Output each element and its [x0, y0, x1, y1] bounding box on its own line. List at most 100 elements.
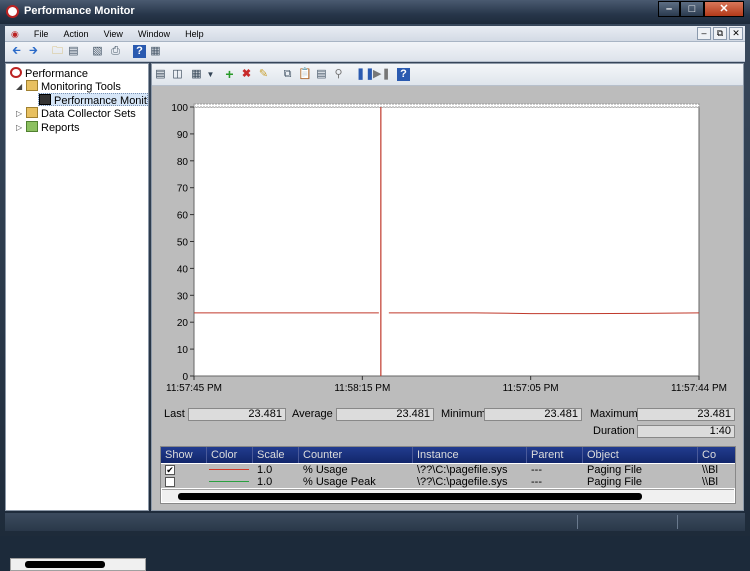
highlight-icon[interactable]: ✎: [257, 68, 270, 81]
object-cell: Paging File: [587, 476, 643, 488]
main-toolbar: 🡰 🡲 🗀 ▤ ▧ ⎙ ? ▦: [5, 42, 745, 62]
help-icon[interactable]: ?: [133, 45, 146, 58]
folder-up-icon[interactable]: 🗀: [51, 45, 64, 58]
tree-label-performance-monitor: Performance Monitor: [54, 95, 148, 106]
menu-action[interactable]: Action: [58, 26, 95, 42]
color-swatch: [209, 469, 249, 470]
duration-label: Duration: [593, 425, 635, 437]
console-tree-icon[interactable]: ▤: [67, 45, 80, 58]
table-row[interactable]: 1.0 % Usage Peak \??\C:\pagefile.sys ---…: [161, 476, 735, 488]
maximize-button[interactable]: □: [680, 1, 704, 17]
print-icon[interactable]: ⎙: [109, 45, 122, 58]
column-header-parent[interactable]: Parent: [531, 449, 563, 461]
close-button[interactable]: ✕: [704, 1, 744, 17]
column-header-computer[interactable]: Co: [702, 449, 716, 461]
tree-item-reports[interactable]: ▷ Reports: [16, 121, 80, 134]
y-tick-label: 20: [177, 318, 189, 329]
reports-icon: [26, 121, 38, 132]
expand-triangle-icon[interactable]: ▷: [16, 107, 22, 120]
plot-area: [193, 106, 700, 377]
y-tick-label: 50: [177, 238, 189, 249]
maximum-value: 23.481: [637, 408, 735, 421]
last-label: Last: [164, 408, 185, 420]
menu-file[interactable]: File: [28, 26, 55, 42]
zoom-icon[interactable]: ⚲: [332, 68, 345, 81]
add-counter-icon[interactable]: +: [223, 67, 236, 81]
back-arrow-icon[interactable]: 🡰: [10, 45, 23, 58]
perfmon-icon: [10, 67, 22, 78]
counter-cell: % Usage: [303, 464, 348, 476]
average-value: 23.481: [336, 408, 434, 421]
view-log-data-icon[interactable]: ◫: [171, 68, 184, 81]
y-tick-label: 10: [177, 345, 189, 356]
freeze-display-icon[interactable]: ❚❚: [356, 68, 374, 81]
counter-legend-table: Show Color Scale Counter Instance Parent…: [160, 446, 736, 504]
line-chart: 100908070605040302010011:57:45 PM 11:58:1…: [166, 103, 727, 394]
update-data-icon[interactable]: ▶❚: [373, 68, 391, 81]
title-bar[interactable]: Performance Monitor – □ ✕: [0, 0, 750, 24]
column-header-instance[interactable]: Instance: [417, 449, 459, 461]
console-tree: Performance ◢ Monitoring Tools Performan…: [5, 63, 149, 571]
instance-cell: \??\C:\pagefile.sys: [417, 476, 508, 488]
tree-horizontal-scrollbar[interactable]: [10, 558, 146, 571]
show-checkbox[interactable]: [165, 477, 175, 487]
help-icon[interactable]: ?: [397, 68, 410, 81]
menu-view[interactable]: View: [98, 26, 129, 42]
column-header-counter[interactable]: Counter: [303, 449, 342, 461]
graph-type-dropdown-icon[interactable]: ▼: [204, 68, 217, 81]
column-header-scale[interactable]: Scale: [257, 449, 285, 461]
last-value: 23.481: [188, 408, 286, 421]
menu-help[interactable]: Help: [179, 26, 210, 42]
counter-cell: % Usage Peak: [303, 476, 376, 488]
y-tick-label: 90: [177, 130, 189, 141]
column-header-object[interactable]: Object: [587, 449, 619, 461]
tree-item-performance-monitor[interactable]: Performance Monitor: [38, 93, 148, 106]
minimize-button[interactable]: –: [658, 1, 680, 17]
data-collector-sets-icon: [26, 107, 38, 118]
change-graph-type-icon[interactable]: ▦: [190, 68, 203, 81]
forward-arrow-icon[interactable]: 🡲: [27, 45, 40, 58]
mdi-restore-icon[interactable]: ⧉: [713, 27, 727, 40]
properties-icon[interactable]: ▤: [315, 68, 328, 81]
performance-graph[interactable]: 100 90 80 70 60 50 40 30 20 10 0 11:57:45 PM 11:58:1…: [152, 86, 743, 404]
perfmon-app-icon: [6, 5, 19, 18]
view-current-activity-icon[interactable]: ▤: [154, 68, 167, 81]
performance-monitor-icon: [39, 94, 51, 105]
computer-cell: \\Bl: [702, 476, 718, 488]
scrollbar-thumb[interactable]: [178, 493, 642, 500]
expand-triangle-icon[interactable]: ▷: [16, 121, 22, 134]
paste-counter-list-icon[interactable]: 📋: [298, 68, 312, 81]
tree-label-data-collector-sets: Data Collector Sets: [41, 108, 136, 120]
table-row[interactable]: ✔ 1.0 % Usage \??\C:\pagefile.sys --- Pa…: [161, 464, 735, 476]
y-tick-label: 80: [177, 157, 189, 168]
scrollbar-thumb[interactable]: [25, 561, 105, 568]
window-title: Performance Monitor: [24, 5, 135, 17]
y-tick-label: 60: [177, 211, 189, 222]
export-list-icon[interactable]: ▧: [91, 45, 104, 58]
y-tick-label: 30: [177, 291, 189, 302]
copy-properties-icon[interactable]: ⧉: [281, 68, 294, 81]
tree-item-performance[interactable]: Performance: [10, 67, 88, 80]
app-menu-icon[interactable]: ◉: [5, 26, 25, 42]
menu-bar: ◉ File Action View Window Help – ⧉ ✕: [5, 26, 745, 42]
column-header-color[interactable]: Color: [211, 449, 237, 461]
collapse-triangle-icon[interactable]: ◢: [16, 80, 22, 93]
x-tick-label: 11:57:05 PM: [503, 383, 559, 394]
menu-window[interactable]: Window: [132, 26, 176, 42]
tree-item-data-collector-sets[interactable]: ▷ Data Collector Sets: [16, 107, 136, 120]
mdi-minimize-icon[interactable]: –: [697, 27, 711, 40]
parent-cell: ---: [531, 464, 542, 476]
status-bar: [5, 513, 745, 531]
action-pane-icon[interactable]: ▦: [149, 45, 162, 58]
tree-label-reports: Reports: [41, 122, 80, 134]
column-header-show[interactable]: Show: [165, 449, 193, 461]
mdi-close-icon[interactable]: ✕: [729, 27, 743, 40]
show-checkbox[interactable]: ✔: [165, 465, 175, 475]
table-horizontal-scrollbar[interactable]: [162, 489, 734, 502]
delete-counter-icon[interactable]: ✖: [240, 68, 253, 81]
table-header: Show Color Scale Counter Instance Parent…: [161, 447, 735, 463]
tree-item-monitoring-tools[interactable]: ◢ Monitoring Tools: [16, 80, 121, 93]
x-tick-label: 11:58:15 PM: [334, 383, 390, 394]
tree-label-performance: Performance: [25, 68, 88, 80]
parent-cell: ---: [531, 476, 542, 488]
